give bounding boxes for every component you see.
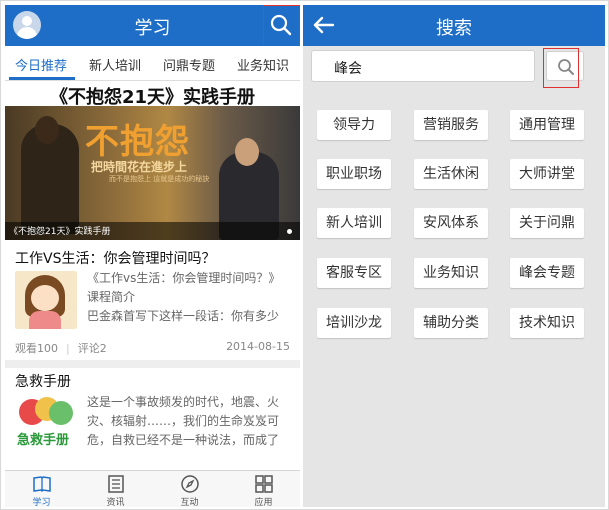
article-date: 2014-08-15 (226, 340, 290, 353)
tab-new-staff[interactable]: 新人培训 (89, 55, 141, 74)
category-tag[interactable]: 通用管理 (510, 110, 584, 140)
active-tab-indicator (9, 77, 75, 80)
nav-label: 互动 (180, 498, 199, 507)
poster-subtitle: 把時間花在進步上 (91, 160, 188, 174)
nav-apps[interactable]: 应用 (227, 471, 300, 507)
banner-image[interactable]: 不抱怨 把時間花在進步上 而不是抱怨上 這就是成功的秘訣 《不抱怨21天》实践手… (5, 106, 300, 240)
apps-grid-icon (255, 475, 273, 493)
search-input[interactable]: 峰会 (311, 50, 535, 82)
search-input-value: 峰会 (334, 61, 362, 77)
category-tag[interactable]: 安风体系 (414, 208, 488, 238)
divider (5, 360, 300, 368)
article-excerpt: 《工作vs生活：你会管理时间吗？》 课程简介 巴金森首写下这样一段话：你有多少 (87, 269, 293, 326)
category-tag[interactable]: 大师讲堂 (510, 159, 584, 189)
learning-screen: 学习 今日推荐 新人培训 问鼎专题 业务知识 《不抱怨21天》实践手册 不抱怨 … (5, 5, 300, 507)
carousel-dot[interactable] (287, 229, 292, 234)
tab-wending[interactable]: 问鼎专题 (163, 55, 215, 74)
nav-label: 应用 (254, 498, 273, 507)
article-excerpt: 这是一个事故频发的时代，地震、火 灾、核辐射……，我们的生命岌岌可 危，自救已经… (87, 393, 293, 450)
category-tag[interactable]: 峰会专题 (510, 258, 584, 288)
search-screen: 搜索 峰会 领导力 营销服务 通用管理 职业职场 生活休闲 大师讲堂 新人培训 … (303, 5, 605, 507)
category-tag[interactable]: 关于问鼎 (510, 208, 584, 238)
poster-title: 不抱怨 (85, 122, 190, 162)
comment-count: 评论2 (77, 342, 107, 355)
banner-figure-head (235, 138, 259, 166)
category-tag[interactable]: 领导力 (317, 110, 391, 140)
category-tag[interactable]: 业务知识 (414, 258, 488, 288)
thumb-face (31, 285, 59, 311)
category-tag[interactable]: 营销服务 (414, 110, 488, 140)
search-button[interactable] (263, 5, 300, 46)
nav-study[interactable]: 学习 (5, 471, 78, 507)
banner-figure-head (35, 116, 59, 144)
news-icon (108, 475, 124, 493)
category-tag[interactable]: 客服专区 (317, 258, 391, 288)
category-tabs: 今日推荐 新人培训 问鼎专题 业务知识 (5, 46, 300, 81)
search-submit-button[interactable] (546, 51, 584, 81)
excerpt-line: 《工作vs生活：你会管理时间吗？》 (87, 271, 281, 285)
book-icon (33, 476, 51, 493)
excerpt-line: 课程简介 (87, 290, 136, 304)
excerpt-line: 危，自救已经不是一种说法，而成了 (87, 433, 280, 447)
article-title[interactable]: 急救手册 (15, 371, 71, 391)
page-title: 学习 (134, 18, 171, 39)
tab-today[interactable]: 今日推荐 (15, 55, 67, 74)
page-title: 搜索 (436, 18, 472, 39)
thumb-shape (49, 401, 73, 425)
meta-separator: | (66, 342, 70, 355)
excerpt-line: 灾、核辐射……，我们的生命岌岌可 (87, 414, 280, 428)
category-tag[interactable]: 生活休闲 (414, 159, 488, 189)
category-tag[interactable]: 新人培训 (317, 208, 391, 238)
article-meta: 观看100 | 评论2 (15, 340, 107, 356)
nav-label: 学习 (32, 498, 51, 507)
screenshot-frame: 学习 今日推荐 新人培训 问鼎专题 业务知识 《不抱怨21天》实践手册 不抱怨 … (0, 0, 609, 510)
top-bar: 搜索 (303, 5, 605, 46)
category-tag[interactable]: 辅助分类 (414, 308, 488, 338)
category-tag[interactable]: 培训沙龙 (317, 308, 391, 338)
article-thumbnail[interactable] (15, 271, 77, 329)
article-thumbnail[interactable]: 急救手册 (15, 395, 77, 453)
search-icon (270, 14, 292, 36)
nav-label: 资讯 (106, 498, 125, 507)
bottom-nav: 学习 资讯 互动 应用 (5, 470, 300, 507)
excerpt-line: 这是一个事故频发的时代，地震、火 (87, 395, 280, 409)
thumb-label: 急救手册 (17, 433, 70, 448)
nav-interact[interactable]: 互动 (153, 471, 226, 507)
compass-icon (181, 475, 199, 493)
view-count: 观看100 (15, 342, 58, 355)
poster-tagline: 而不是抱怨上 這就是成功的秘訣 (109, 175, 210, 183)
thumb-shirt (29, 311, 61, 329)
tab-business[interactable]: 业务知识 (237, 55, 289, 74)
search-icon (558, 59, 574, 75)
category-tag[interactable]: 职业职场 (317, 159, 391, 189)
category-tag[interactable]: 技术知识 (510, 308, 584, 338)
top-bar: 学习 (5, 5, 300, 46)
nav-news[interactable]: 资讯 (79, 471, 152, 507)
excerpt-line: 巴金森首写下这样一段话：你有多少 (87, 309, 280, 323)
article-title[interactable]: 工作VS生活：你会管理时间吗？ (15, 248, 215, 268)
banner-caption: 《不抱怨21天》实践手册 (9, 227, 111, 237)
